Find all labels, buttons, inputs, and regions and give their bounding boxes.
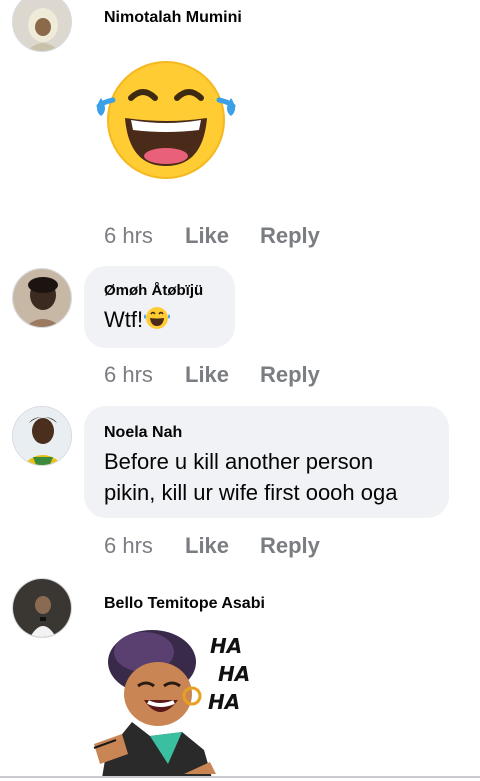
reply-button[interactable]: Reply <box>260 533 320 559</box>
laughing-tears-emoji-icon <box>95 58 237 182</box>
comment-timestamp[interactable]: 6 hrs <box>104 533 185 559</box>
sticker-text: HA HA HA <box>208 632 250 716</box>
comment-text-line: pikin, kill ur wife first oooh oga <box>104 480 398 505</box>
comment-text: Wtf! <box>104 304 215 335</box>
avatar-image <box>13 269 71 327</box>
reply-button[interactable]: Reply <box>260 362 320 388</box>
comment-timestamp[interactable]: 6 hrs <box>104 362 185 388</box>
laughing-woman-sticker-icon: HA HA HA <box>92 624 252 778</box>
avatar[interactable] <box>12 578 72 638</box>
avatar-image <box>13 579 71 637</box>
comment-timestamp[interactable]: 6 hrs <box>104 223 185 249</box>
avatar-image <box>13 407 71 465</box>
sticker-text-ha: HA <box>210 634 243 658</box>
comment-text-line: Before u kill another person <box>104 449 374 474</box>
sticker-text-ha: HA <box>208 690 241 714</box>
reply-button[interactable]: Reply <box>260 223 320 249</box>
comment-actions: 6 hrs Like Reply <box>104 533 320 559</box>
divider <box>0 776 480 778</box>
comment-author[interactable]: Bello Temitope Asabi <box>104 595 265 613</box>
comment-bubble: Ømøh Åtøbïjü Wtf! <box>84 266 235 348</box>
like-button[interactable]: Like <box>185 362 260 388</box>
comment-author[interactable]: Nimotalah Mumini <box>104 9 242 27</box>
comment-author[interactable]: Ømøh Åtøbïjü <box>104 282 215 299</box>
comment-text: Before u kill another person pikin, kill… <box>104 446 429 508</box>
comment-actions: 6 hrs Like Reply <box>104 362 320 388</box>
comment-author[interactable]: Noela Nah <box>104 424 429 442</box>
sticker-text-ha: HA <box>218 662 251 686</box>
like-button[interactable]: Like <box>185 223 260 249</box>
avatar[interactable] <box>12 268 72 328</box>
like-button[interactable]: Like <box>185 533 260 559</box>
avatar-image <box>13 0 71 51</box>
comment-item: Ømøh Åtøbïjü Wtf! 6 hrs Like Reply <box>0 262 480 392</box>
avatar[interactable] <box>12 406 72 466</box>
comment-item: Noela Nah Before u kill another person p… <box>0 402 480 572</box>
avatar[interactable] <box>12 0 72 52</box>
comment-actions: 6 hrs Like Reply <box>104 223 320 249</box>
comment-text-content: Wtf! <box>104 307 144 332</box>
laughing-tears-emoji-icon <box>144 307 171 329</box>
comment-item: Bello Temitope Asabi HA HA HA <box>0 572 480 778</box>
comment-item: Nimotalah Mumini 6 hrs Like Reply <box>0 0 480 260</box>
comment-bubble: Noela Nah Before u kill another person p… <box>84 406 449 518</box>
